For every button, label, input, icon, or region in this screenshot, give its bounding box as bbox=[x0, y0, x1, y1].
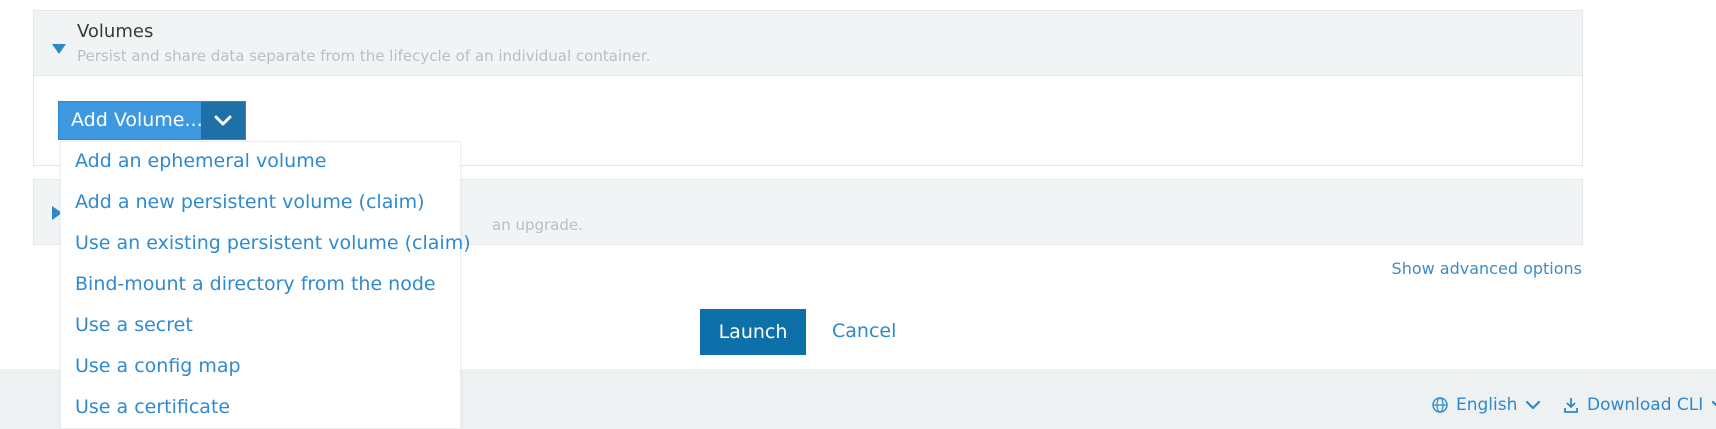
add-volume-dropdown-toggle[interactable] bbox=[201, 102, 245, 139]
volumes-subtitle: Persist and share data separate from the… bbox=[77, 47, 651, 65]
menu-item-config-map[interactable]: Use a config map bbox=[75, 355, 241, 377]
caret-down-icon[interactable] bbox=[52, 44, 66, 54]
show-advanced-options-link[interactable]: Show advanced options bbox=[1392, 259, 1582, 278]
upgrade-subtitle: an upgrade. bbox=[492, 216, 583, 234]
add-volume-label[interactable]: Add Volume... bbox=[59, 102, 201, 139]
menu-item-ephemeral-volume[interactable]: Add an ephemeral volume bbox=[75, 150, 326, 172]
language-label: English bbox=[1456, 395, 1518, 415]
download-cli-link[interactable]: Download CLI bbox=[1563, 395, 1716, 415]
add-volume-menu: Add an ephemeral volume Add a new persis… bbox=[60, 141, 471, 429]
chevron-down-icon bbox=[214, 115, 232, 125]
language-selector[interactable]: English bbox=[1432, 395, 1541, 415]
download-icon bbox=[1564, 398, 1578, 413]
menu-item-new-persistent-volume[interactable]: Add a new persistent volume (claim) bbox=[75, 191, 425, 213]
globe-icon bbox=[1432, 397, 1448, 413]
cancel-button[interactable]: Cancel bbox=[832, 320, 896, 342]
chevron-down-icon bbox=[1712, 400, 1716, 407]
menu-item-certificate[interactable]: Use a certificate bbox=[75, 396, 230, 418]
volumes-title: Volumes bbox=[77, 21, 154, 42]
add-volume-button[interactable]: Add Volume... bbox=[58, 101, 246, 140]
menu-item-secret[interactable]: Use a secret bbox=[75, 314, 193, 336]
launch-button[interactable]: Launch bbox=[700, 309, 806, 355]
download-label: Download CLI bbox=[1587, 395, 1704, 415]
menu-item-existing-persistent-volume[interactable]: Use an existing persistent volume (claim… bbox=[75, 232, 471, 254]
volumes-panel-header[interactable]: Volumes Persist and share data separate … bbox=[34, 11, 1582, 76]
menu-item-bind-mount[interactable]: Bind-mount a directory from the node bbox=[75, 273, 436, 295]
chevron-down-icon bbox=[1526, 400, 1541, 410]
